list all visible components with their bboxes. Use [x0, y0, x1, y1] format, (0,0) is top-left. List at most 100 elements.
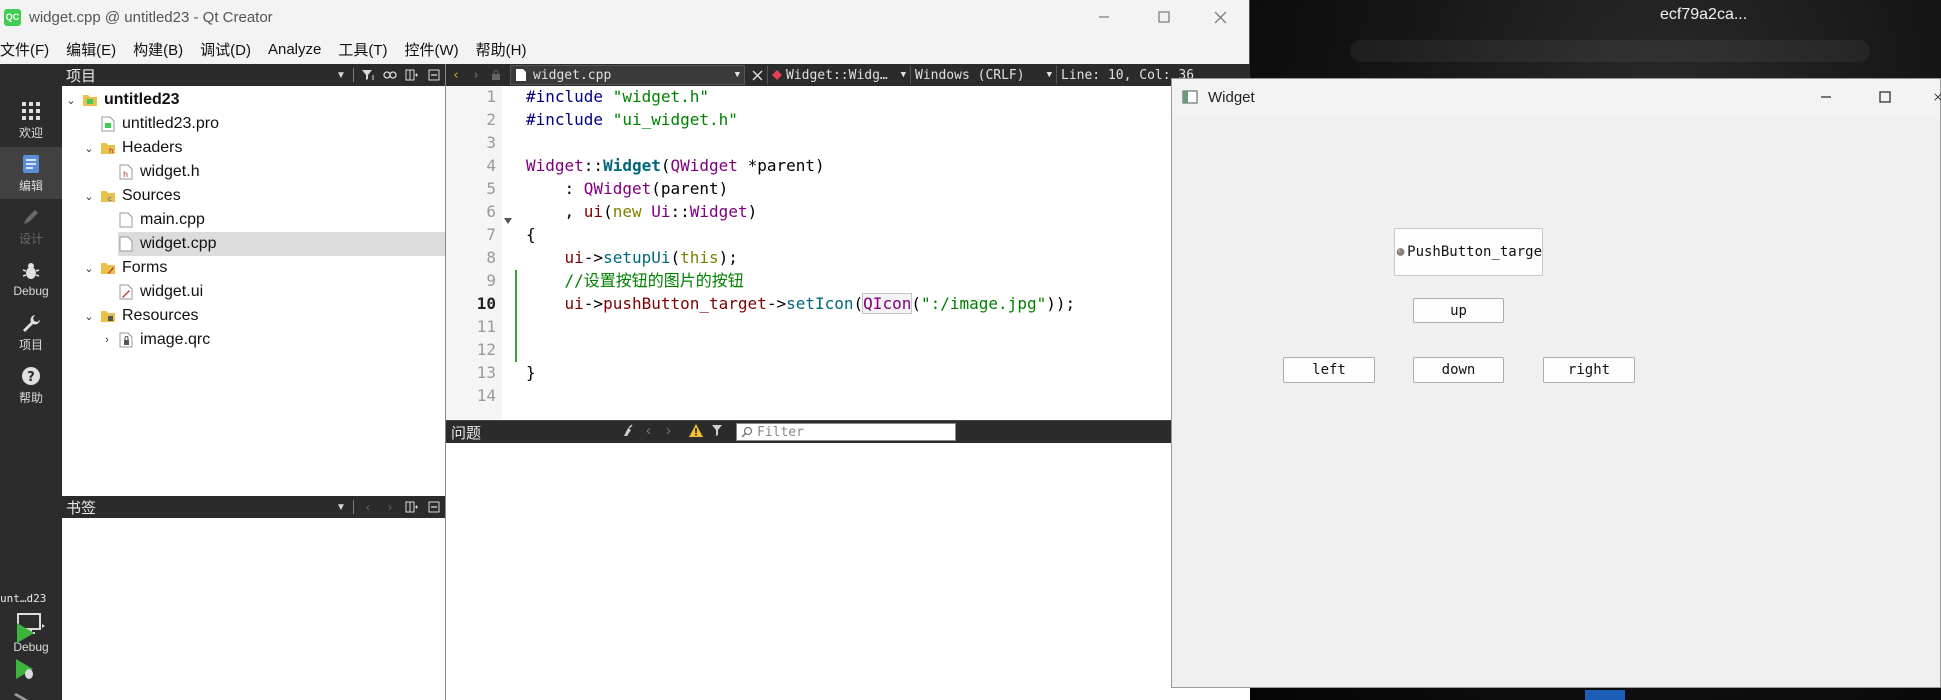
menu-tools[interactable]: 工具(T) — [338, 39, 387, 60]
button-label: PushButton_targe — [1407, 244, 1542, 260]
minimize-button[interactable] — [1074, 0, 1134, 34]
back-icon[interactable]: ‹ — [446, 64, 466, 86]
form-file-icon — [118, 284, 134, 300]
debug-run-button[interactable] — [12, 656, 38, 682]
file-icon — [516, 69, 526, 81]
mode-projects[interactable]: 项目 — [0, 306, 62, 358]
headers-folder-icon: h — [100, 140, 116, 156]
mode-edit[interactable]: 编辑 — [0, 147, 62, 199]
widget-app-window: Widget PushButton_targe up left down rig… — [1171, 78, 1941, 688]
run-button[interactable] — [12, 620, 38, 646]
close-button[interactable] — [1190, 0, 1250, 34]
search-icon — [741, 426, 753, 438]
help-icon: ? — [21, 365, 41, 387]
menu-edit[interactable]: 编辑(E) — [66, 39, 116, 60]
mode-design[interactable]: 设计 — [0, 200, 62, 252]
chevron-down-icon[interactable]: ⌄ — [82, 304, 96, 328]
tree-item-pro-file[interactable]: untitled23.pro — [62, 112, 445, 136]
mode-help[interactable]: ? 帮助 — [0, 359, 62, 411]
mode-label: 欢迎 — [18, 125, 43, 140]
line-number: 11 — [476, 317, 496, 336]
grid-icon — [21, 100, 41, 122]
svg-text:h: h — [123, 170, 128, 179]
split-icon[interactable] — [401, 496, 423, 518]
maximize-button[interactable] — [1134, 0, 1194, 34]
view-dropdown-icon[interactable]: ▼ — [332, 64, 350, 86]
editor-toolbar: ‹ › widget.cpp ▼ Widget::Widg… ▼ Windows… — [446, 64, 1250, 86]
fold-marker-icon[interactable] — [504, 218, 512, 224]
chevron-right-icon[interactable]: › — [100, 328, 114, 352]
mode-welcome[interactable]: 欢迎 — [0, 94, 62, 146]
next-icon[interactable]: › — [379, 496, 401, 518]
panel-title: 项目 — [66, 67, 97, 85]
chevron-down-icon[interactable]: ⌄ — [82, 184, 96, 208]
widget-minimize-button[interactable] — [1796, 79, 1856, 115]
tree-item-resources[interactable]: ⌄ Resources — [62, 304, 445, 328]
tree-item-widget-cpp[interactable]: widget.cpp — [118, 232, 445, 256]
close-pane-icon[interactable] — [423, 496, 445, 518]
tree-item-main-cpp[interactable]: main.cpp — [62, 208, 445, 232]
svg-text:?: ? — [27, 370, 35, 385]
menu-analyze[interactable]: Analyze — [268, 41, 321, 58]
filter-icon[interactable] — [711, 424, 725, 442]
close-document-icon[interactable] — [747, 64, 767, 86]
filter-icon[interactable] — [357, 64, 379, 86]
editor-text-area[interactable]: 1 2 3 4 5 6 7 8 9 10 11 12 13 14 #includ… — [446, 86, 1250, 420]
build-button[interactable] — [12, 690, 38, 700]
menu-widgets[interactable]: 控件(W) — [405, 39, 459, 60]
tree-item-widget-h[interactable]: h widget.h — [62, 160, 445, 184]
tree-label: Sources — [122, 187, 181, 204]
tree-item-sources[interactable]: ⌄ c Sources — [62, 184, 445, 208]
split-icon[interactable] — [401, 64, 423, 86]
menu-build[interactable]: 构建(B) — [133, 39, 183, 60]
symbol-icon — [772, 70, 782, 80]
bug-icon — [21, 260, 41, 282]
left-button[interactable]: left — [1283, 357, 1375, 383]
tree-item-image-qrc[interactable]: › image.qrc — [62, 328, 445, 352]
code-line-6: , ui(new Ui::Widget) — [526, 202, 758, 221]
menu-debug[interactable]: 调试(D) — [200, 39, 251, 60]
open-documents-combo[interactable]: widget.cpp ▼ — [510, 65, 745, 85]
desktop-text: ecf79a2ca... — [1660, 6, 1748, 23]
previous-icon[interactable]: ‹ — [357, 496, 379, 518]
menu-help[interactable]: 帮助(H) — [476, 39, 527, 60]
symbol-combo[interactable]: Widget::Widg… ▼ — [767, 66, 910, 84]
code-line-9: //设置按钮的图片的按钮 — [526, 271, 744, 290]
previous-issue-icon[interactable]: ‹ — [646, 422, 651, 439]
mode-label: 设计 — [18, 231, 43, 246]
warning-icon[interactable] — [689, 424, 703, 441]
widget-maximize-button[interactable] — [1855, 79, 1915, 115]
tree-item-widget-ui[interactable]: widget.ui — [62, 280, 445, 304]
tree-item-headers[interactable]: ⌄ h Headers — [62, 136, 445, 160]
taskbar-item[interactable] — [1585, 690, 1625, 700]
right-button[interactable]: right — [1543, 357, 1635, 383]
issues-pane-header: 问题 ‹ › Filter — [446, 421, 1250, 443]
mode-label: 帮助 — [18, 390, 43, 405]
current-file-name: widget.cpp — [533, 67, 612, 83]
clear-icon[interactable] — [622, 424, 636, 442]
widget-close-button[interactable] — [1912, 79, 1941, 115]
svg-text:c: c — [108, 195, 112, 203]
link-icon[interactable] — [379, 64, 401, 86]
menu-file[interactable]: 文件(F) — [0, 39, 49, 60]
view-dropdown-icon[interactable]: ▼ — [332, 496, 350, 518]
line-number: 1 — [486, 87, 496, 106]
issues-filter-input[interactable]: Filter — [736, 423, 956, 441]
tree-item-forms[interactable]: ⌄ Forms — [62, 256, 445, 280]
forward-icon[interactable]: › — [466, 64, 486, 86]
line-endings-combo[interactable]: Windows (CRLF) ▼ — [910, 66, 1056, 84]
tree-item-project[interactable]: ⌄ untitled23 — [62, 88, 445, 112]
next-issue-icon[interactable]: › — [666, 422, 671, 439]
mode-debug[interactable]: Debug — [0, 253, 62, 305]
push-button-target[interactable]: PushButton_targe — [1394, 228, 1543, 276]
tree-label: widget.h — [140, 163, 200, 180]
line-number: 3 — [486, 133, 496, 152]
chevron-down-icon[interactable]: ⌄ — [64, 88, 78, 112]
chevron-down-icon[interactable]: ⌄ — [82, 136, 96, 160]
up-button[interactable]: up — [1413, 298, 1504, 323]
close-pane-icon[interactable] — [423, 64, 445, 86]
line-number: 13 — [476, 363, 496, 382]
lock-icon — [486, 64, 506, 86]
down-button[interactable]: down — [1413, 357, 1504, 383]
chevron-down-icon[interactable]: ⌄ — [82, 256, 96, 280]
